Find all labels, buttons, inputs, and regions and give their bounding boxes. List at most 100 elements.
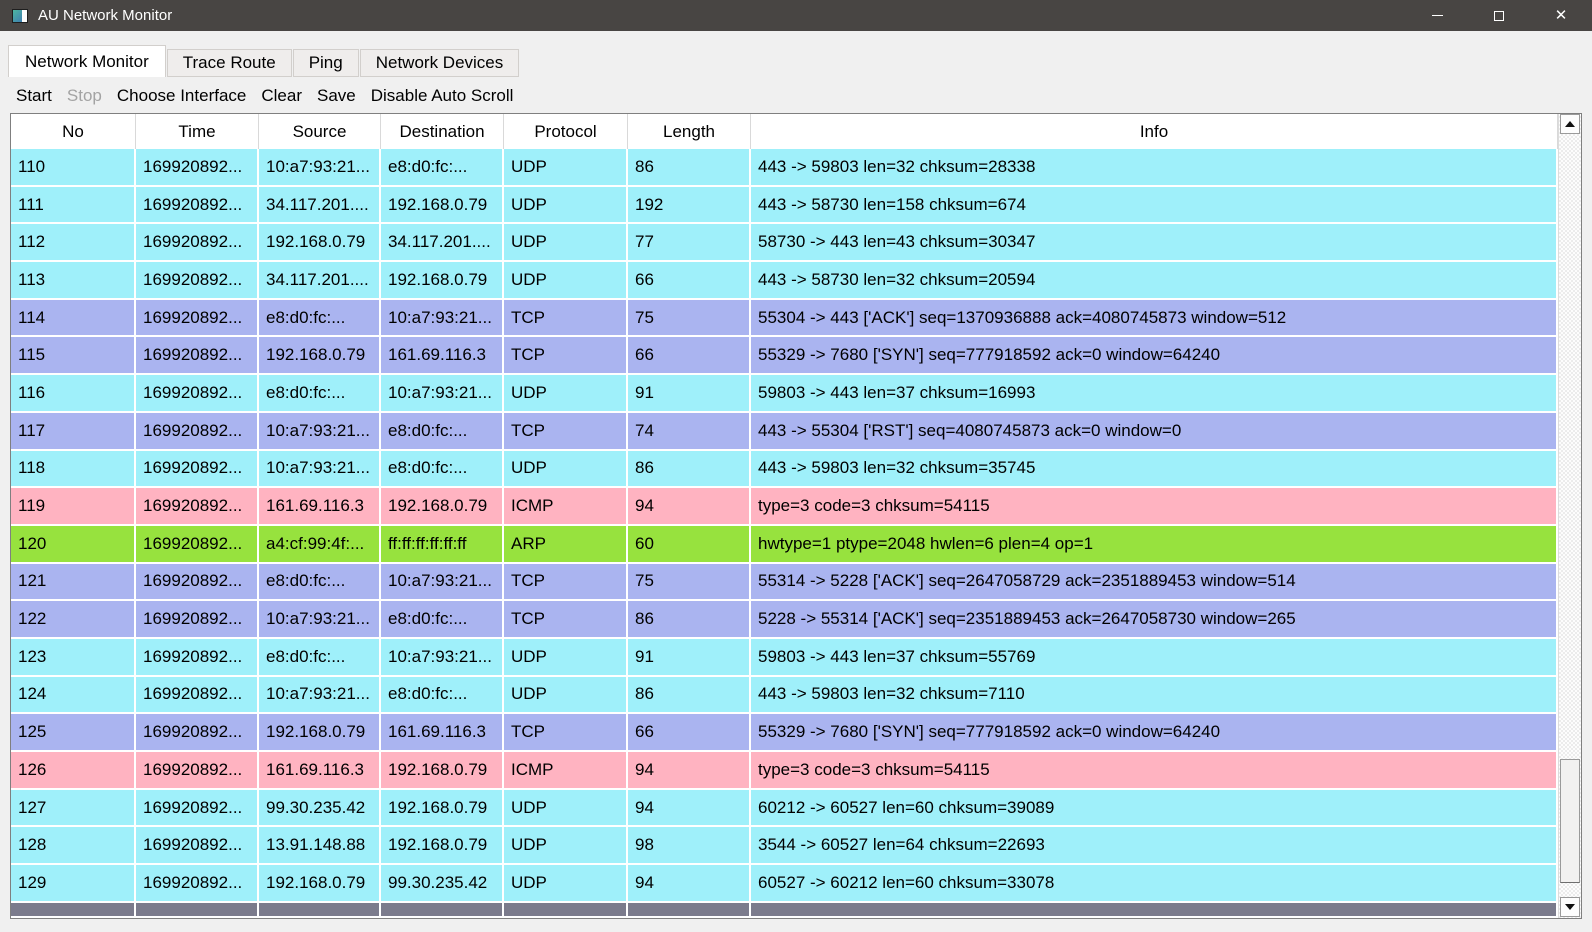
cell-protocol: ICMP	[504, 488, 628, 526]
table-row[interactable]: 121169920892...e8:d0:fc:...10:a7:93:21..…	[11, 564, 1558, 602]
cell-time: 169920892...	[136, 752, 259, 790]
table-row[interactable]: 111169920892...34.117.201....192.168.0.7…	[11, 187, 1558, 225]
cell-source: 34.117.201....	[259, 262, 381, 300]
table-row[interactable]: 116169920892...e8:d0:fc:...10:a7:93:21..…	[11, 375, 1558, 413]
down-arrow-icon	[1565, 904, 1575, 910]
cell-info: 59803 -> 443 len=37 chksum=55769	[751, 639, 1558, 677]
cell-no: 110	[11, 149, 136, 187]
cell-no: 113	[11, 262, 136, 300]
tab-label: Trace Route	[183, 53, 276, 73]
cell-info: 5228 -> 55314 ['ACK'] seq=2351889453 ack…	[751, 601, 1558, 639]
header-length[interactable]: Length	[628, 114, 751, 149]
start-button[interactable]: Start	[16, 86, 52, 106]
table-row[interactable]: 123169920892...e8:d0:fc:...10:a7:93:21..…	[11, 639, 1558, 677]
cell-info: 59803 -> 443 len=37 chksum=16993	[751, 375, 1558, 413]
cell-no: 128	[11, 827, 136, 865]
cell-info	[751, 903, 1558, 918]
table-row[interactable]: 115169920892...192.168.0.79161.69.116.3T…	[11, 337, 1558, 375]
table-row[interactable]: 117169920892...10:a7:93:21...e8:d0:fc:..…	[11, 413, 1558, 451]
header-no[interactable]: No	[11, 114, 136, 149]
disable-auto-scroll-button[interactable]: Disable Auto Scroll	[371, 86, 514, 106]
table-row[interactable]: 120169920892...a4:cf:99:4f:...ff:ff:ff:f…	[11, 526, 1558, 564]
table-row[interactable]: 113169920892...34.117.201....192.168.0.7…	[11, 262, 1558, 300]
scroll-up-button[interactable]	[1560, 114, 1580, 134]
cell-destination: e8:d0:fc:...	[381, 601, 504, 639]
table-row[interactable]: 118169920892...10:a7:93:21...e8:d0:fc:..…	[11, 451, 1558, 489]
vertical-scrollbar[interactable]	[1558, 114, 1581, 918]
header-time[interactable]: Time	[136, 114, 259, 149]
cell-protocol: ICMP	[504, 752, 628, 790]
cell-destination: 99.30.235.42	[381, 865, 504, 903]
cell-destination: 192.168.0.79	[381, 262, 504, 300]
cell-length: 86	[628, 149, 751, 187]
header-protocol[interactable]: Protocol	[504, 114, 628, 149]
cell-info: type=3 code=3 chksum=54115	[751, 488, 1558, 526]
cell-source: e8:d0:fc:...	[259, 300, 381, 338]
table-row[interactable]: 119169920892...161.69.116.3192.168.0.79I…	[11, 488, 1558, 526]
table-row[interactable]: 124169920892...10:a7:93:21...e8:d0:fc:..…	[11, 677, 1558, 715]
cell-info: 443 -> 55304 ['RST'] seq=4080745873 ack=…	[751, 413, 1558, 451]
scrollbar-thumb[interactable]	[1560, 759, 1580, 883]
cell-length: 66	[628, 337, 751, 375]
table-header: No Time Source Destination Protocol Leng…	[11, 114, 1558, 149]
tab-label: Network Monitor	[25, 52, 149, 72]
window-controls: ✕	[1406, 0, 1592, 31]
header-destination[interactable]: Destination	[381, 114, 504, 149]
cell-length: 66	[628, 262, 751, 300]
cell-time: 169920892...	[136, 337, 259, 375]
table-row[interactable]: 126169920892...161.69.116.3192.168.0.79I…	[11, 752, 1558, 790]
minimize-button[interactable]	[1406, 0, 1468, 31]
table-row[interactable]: 122169920892...10:a7:93:21...e8:d0:fc:..…	[11, 601, 1558, 639]
save-button[interactable]: Save	[317, 86, 356, 106]
cell-destination: ff:ff:ff:ff:ff:ff	[381, 526, 504, 564]
cell-destination: 161.69.116.3	[381, 337, 504, 375]
cell-length: 66	[628, 714, 751, 752]
clear-button[interactable]: Clear	[261, 86, 302, 106]
tab-trace-route[interactable]: Trace Route	[167, 49, 292, 77]
tab-network-monitor[interactable]: Network Monitor	[8, 45, 166, 77]
tab-label: Ping	[309, 53, 343, 73]
table-row[interactable]: 112169920892...192.168.0.7934.117.201...…	[11, 224, 1558, 262]
table-row[interactable]: 128169920892...13.91.148.88192.168.0.79U…	[11, 827, 1558, 865]
cell-no: 112	[11, 224, 136, 262]
cell-destination: 10:a7:93:21...	[381, 564, 504, 602]
header-source[interactable]: Source	[259, 114, 381, 149]
cell-no: 125	[11, 714, 136, 752]
minimize-icon	[1432, 15, 1443, 16]
cell-protocol: ARP	[504, 526, 628, 564]
table-row[interactable]: 127169920892...99.30.235.42192.168.0.79U…	[11, 790, 1558, 828]
cell-protocol: TCP	[504, 564, 628, 602]
cell-protocol: UDP	[504, 790, 628, 828]
cell-protocol: TCP	[504, 300, 628, 338]
cell-destination: 10:a7:93:21...	[381, 300, 504, 338]
cell-time: 169920892...	[136, 790, 259, 828]
cell-destination: 161.69.116.3	[381, 714, 504, 752]
choose-interface-button[interactable]: Choose Interface	[117, 86, 246, 106]
up-arrow-icon	[1565, 121, 1575, 127]
table-row[interactable]: 114169920892...e8:d0:fc:...10:a7:93:21..…	[11, 300, 1558, 338]
cell-source: 161.69.116.3	[259, 488, 381, 526]
tab-ping[interactable]: Ping	[293, 49, 359, 77]
maximize-button[interactable]	[1468, 0, 1530, 31]
cell-protocol: UDP	[504, 262, 628, 300]
cell-destination: 192.168.0.79	[381, 790, 504, 828]
cell-time: 169920892...	[136, 827, 259, 865]
cell-source: e8:d0:fc:...	[259, 639, 381, 677]
cell-time: 169920892...	[136, 375, 259, 413]
table-row[interactable]: 125169920892...192.168.0.79161.69.116.3T…	[11, 714, 1558, 752]
cell-no: 115	[11, 337, 136, 375]
header-info[interactable]: Info	[751, 114, 1558, 149]
cell-destination: e8:d0:fc:...	[381, 413, 504, 451]
cell-destination: 34.117.201....	[381, 224, 504, 262]
scroll-down-button[interactable]	[1560, 897, 1580, 917]
cell-time: 169920892...	[136, 149, 259, 187]
close-button[interactable]: ✕	[1530, 0, 1592, 31]
app-icon	[12, 9, 28, 23]
cell-source: 10:a7:93:21...	[259, 451, 381, 489]
cell-no: 126	[11, 752, 136, 790]
table-row[interactable]: 129169920892...192.168.0.7999.30.235.42U…	[11, 865, 1558, 903]
tab-network-devices[interactable]: Network Devices	[360, 49, 520, 77]
table-row[interactable]: 110169920892...10:a7:93:21...e8:d0:fc:..…	[11, 149, 1558, 187]
cell-protocol: UDP	[504, 375, 628, 413]
cell-no: 120	[11, 526, 136, 564]
